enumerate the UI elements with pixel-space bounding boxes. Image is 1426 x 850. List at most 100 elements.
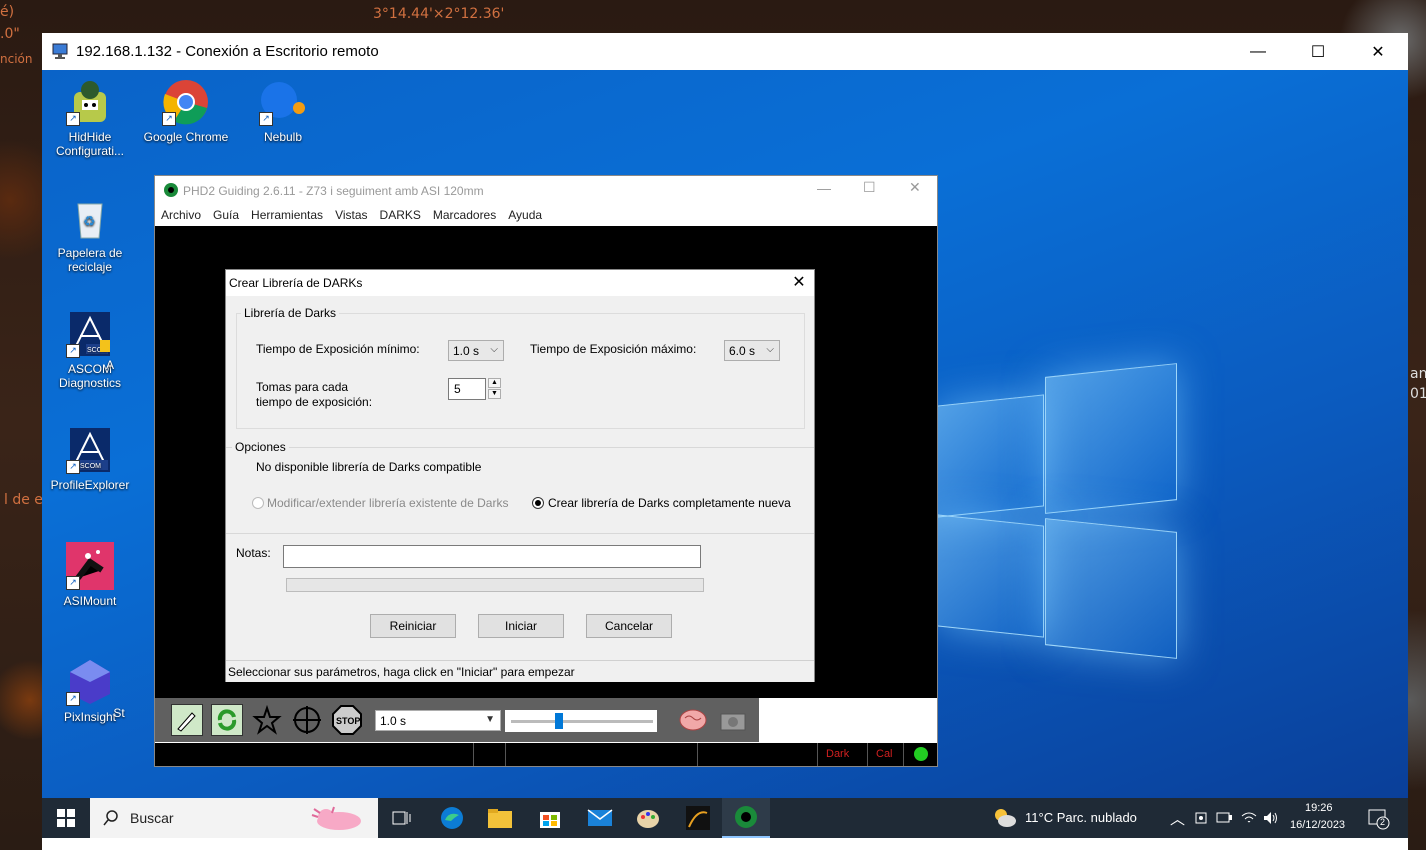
menu-archivo[interactable]: Archivo [155, 204, 207, 226]
camera-settings-icon[interactable] [717, 704, 749, 736]
search-icon [103, 810, 118, 826]
exposure-select[interactable]: 1.0 s ▼ [375, 710, 501, 731]
weather-cloud-icon [995, 809, 1016, 827]
menu-vistas[interactable]: Vistas [329, 204, 373, 226]
menu-herramientas[interactable]: Herramientas [245, 204, 329, 226]
clock-date[interactable]: 16/12/2023 [1290, 819, 1345, 831]
chevron-down-icon: ▼ [485, 714, 495, 725]
asimount-icon: ↗ [66, 542, 114, 590]
taskbar-file-explorer[interactable] [476, 798, 524, 838]
taskbar-mail[interactable] [576, 798, 624, 838]
desktop-icon-hidhide[interactable]: ↗ HidHide Configurati... [45, 78, 135, 158]
notes-label: Notas: [236, 546, 271, 560]
outer-bg-text: l de e [4, 492, 43, 508]
rdp-close-button[interactable]: ✕ [1348, 33, 1408, 70]
max-exposure-value: 6.0 s [729, 344, 756, 358]
phd2-maximize-button[interactable]: ☐ [863, 179, 876, 196]
taskbar-edge[interactable] [428, 798, 476, 838]
desktop-icon-partial[interactable]: A [100, 358, 120, 372]
taskbar-store[interactable] [526, 798, 574, 838]
phd2-toolbar: STOP 1.0 s ▼ [155, 698, 759, 742]
gamma-slider[interactable] [505, 710, 657, 732]
max-exposure-label: Tiempo de Exposición máximo: [530, 342, 697, 356]
menu-marcadores[interactable]: Marcadores [427, 204, 502, 226]
svg-text:STOP: STOP [336, 716, 360, 726]
darks-library-group-label: Librería de Darks [241, 306, 340, 320]
chevron-down-icon: ⌵ [766, 344, 774, 355]
status-connection [903, 743, 944, 766]
start-button[interactable]: Iniciar [478, 614, 564, 638]
axolotl-search-highlight-icon [311, 806, 361, 830]
desktop-icon-partial[interactable]: St [104, 706, 134, 720]
rdp-maximize-button[interactable]: ☐ [1288, 33, 1348, 70]
loop-icon[interactable] [211, 704, 243, 736]
chrome-icon: ↗ [162, 78, 210, 126]
wifi-icon[interactable] [1240, 810, 1258, 826]
min-exposure-select[interactable]: 1.0 s ⌵ [448, 340, 504, 361]
desktop-icon-recycle-bin[interactable]: ♻ Papelera de reciclaje [45, 194, 135, 274]
radio-create-label: Crear librería de Darks completamente nu… [548, 496, 791, 510]
rdp-minimize-button[interactable]: — [1228, 33, 1288, 70]
dialog-status-bar: Seleccionar sus parámetros, haga click e… [226, 660, 814, 682]
frames-value: 5 [454, 382, 461, 396]
start-button[interactable] [42, 798, 90, 838]
cancel-button[interactable]: Cancelar [586, 614, 672, 638]
taskbar-phd2[interactable] [722, 798, 770, 838]
menu-darks[interactable]: DARKS [374, 204, 427, 226]
taskbar-search-box[interactable]: Buscar [90, 798, 378, 838]
svg-text:SCOM: SCOM [80, 463, 101, 470]
auto-select-star-icon[interactable] [251, 704, 283, 736]
notification-count-badge: 2 [1380, 817, 1386, 827]
taskbar-sharpcap[interactable] [674, 798, 722, 838]
stop-icon[interactable]: STOP [331, 704, 363, 736]
phd2-close-button[interactable]: ✕ [909, 179, 921, 196]
menu-ayuda[interactable]: Ayuda [502, 204, 548, 226]
desktop-icon-nebulb[interactable]: ↗ Nebulb [238, 78, 328, 144]
store-icon [540, 812, 560, 828]
device-icon[interactable] [1216, 810, 1234, 826]
frames-per-exposure-label-2: tiempo de exposición: [256, 395, 373, 409]
weather-text[interactable]: 11°C Parc. nublado [1025, 810, 1137, 825]
phd2-menu-bar: Archivo Guía Herramientas Vistas DARKS M… [155, 204, 548, 226]
desktop-icon-chrome[interactable]: ↗ Google Chrome [141, 78, 231, 144]
windows-start-icon [57, 809, 75, 827]
folder-icon [488, 809, 512, 828]
show-hidden-icons-chevron-icon[interactable]: ︿ [1170, 808, 1185, 829]
radio-modify-library[interactable] [252, 497, 264, 509]
spin-up-icon[interactable]: ▲ [488, 378, 501, 388]
desktop-icon-ascom-diagnostics[interactable]: SCOM ↗ ASCOM Diagnostics [45, 310, 135, 390]
notes-input[interactable] [283, 545, 701, 568]
taskbar: Buscar 11°C Parc. nublado ︿ 19:26 16/12/… [42, 798, 1408, 838]
spin-down-icon[interactable]: ▼ [488, 389, 501, 399]
outer-bg-text: an [1410, 366, 1426, 382]
dialog-close-button[interactable]: ✕ [788, 272, 810, 294]
meet-now-icon[interactable] [1194, 810, 1210, 826]
reset-button[interactable]: Reiniciar [370, 614, 456, 638]
chevron-down-icon: ⌵ [490, 344, 498, 355]
desktop-icon-label: Papelera de reciclaje [57, 246, 123, 274]
phd2-minimize-button[interactable]: — [817, 180, 831, 196]
radio-modify-label: Modificar/extender librería existente de… [267, 496, 509, 510]
desktop-icon-profile-explorer[interactable]: SCOM ↗ ProfileExplorer [45, 426, 135, 492]
radio-create-library[interactable] [532, 497, 544, 509]
taskbar-paint[interactable] [624, 798, 672, 838]
create-darks-dialog: Crear Librería de DARKs ✕ Librería de Da… [225, 269, 815, 682]
frames-per-exposure-input[interactable]: 5 [448, 378, 486, 400]
desktop-icon-asimount[interactable]: ↗ ASIMount [45, 542, 135, 608]
brain-icon[interactable] [677, 704, 709, 736]
rdp-title-bar[interactable]: 192.168.1.132 - Conexión a Escritorio re… [42, 33, 1408, 70]
notification-center-icon[interactable] [1368, 808, 1390, 830]
ascom-profile-icon: SCOM ↗ [66, 426, 114, 474]
dialog-title-bar[interactable]: Crear Librería de DARKs ✕ [226, 270, 814, 296]
phd2-app-icon [164, 183, 178, 197]
volume-icon[interactable] [1262, 810, 1280, 826]
mail-icon [587, 809, 613, 826]
max-exposure-select[interactable]: 6.0 s ⌵ [724, 340, 780, 361]
frames-spinner[interactable]: ▲ ▼ [488, 378, 501, 400]
clock-time[interactable]: 19:26 [1305, 802, 1333, 814]
guide-crosshair-icon[interactable] [291, 704, 323, 736]
pencil-icon[interactable] [171, 704, 203, 736]
menu-guia[interactable]: Guía [207, 204, 245, 226]
task-view-button[interactable] [378, 798, 426, 838]
frames-per-exposure-label: Tomas para cada [256, 380, 349, 394]
